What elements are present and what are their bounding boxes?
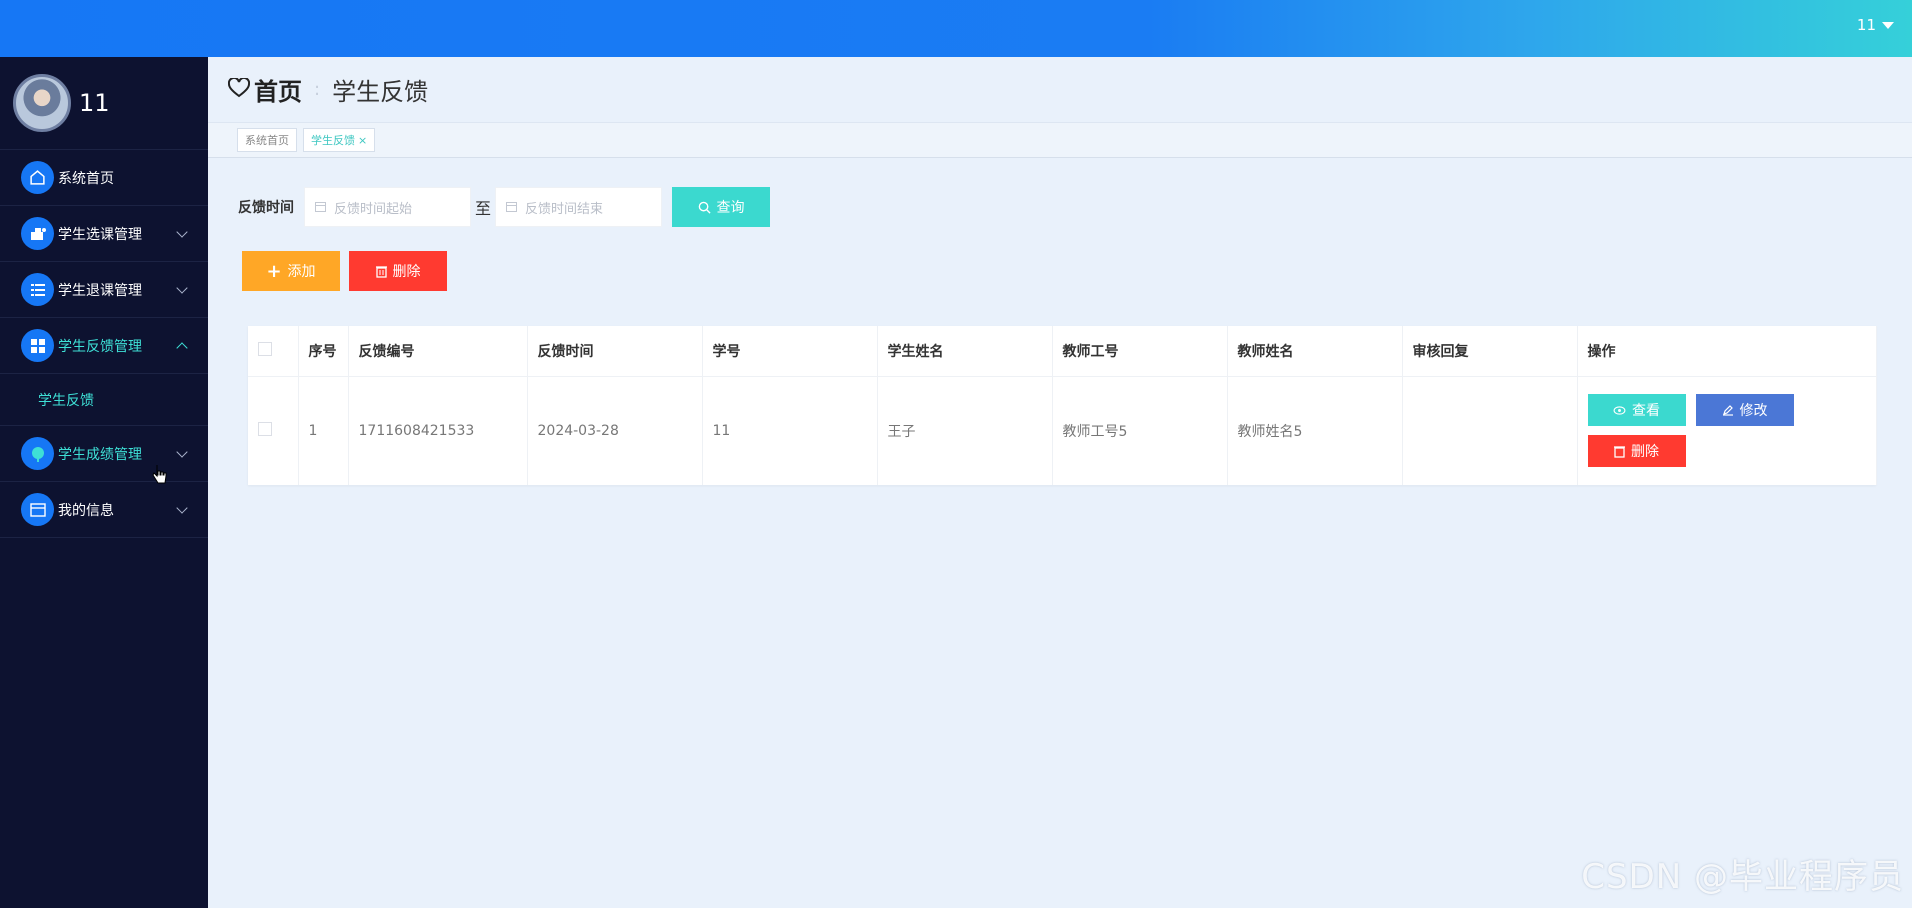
tab-home[interactable]: 系统首页 [237,128,297,152]
sidebar: 11 系统首页 学生选课管理 学生退课管理 学生反馈管理 学生反馈 学生成绩管理 [0,57,208,908]
eye-icon [1613,406,1626,415]
plus-icon: + [266,260,282,282]
avatar [13,74,71,132]
delete-button[interactable]: 删除 [349,251,447,291]
row-checkbox[interactable] [258,421,272,436]
feedback-table: 序号 反馈编号 反馈时间 学号 学生姓名 教师工号 教师姓名 审核回复 操作 1… [248,326,1877,485]
edit-button-label: 修改 [1739,403,1768,420]
chevron-down-icon [176,446,188,458]
chevron-down-icon [176,226,188,238]
table-header: 反馈编号 [348,326,528,377]
query-button-label: 查询 [716,200,745,216]
course-icon [21,217,54,250]
watermark: CSDN @毕业程序员 [1581,857,1904,897]
cell-student-no: 11 [702,376,878,485]
select-all-checkbox[interactable] [258,341,272,356]
cell-teacher-name: 教师姓名5 [1227,376,1403,485]
heart-icon [227,76,251,102]
cell-index: 1 [298,376,349,485]
tab-label: 学生反馈 [311,134,355,147]
view-button[interactable]: 查看 [1587,394,1686,427]
sidebar-subitem-feedback[interactable]: 学生反馈 [0,374,208,426]
trash-icon [375,265,387,278]
sidebar-item-course-drop[interactable]: 学生退课管理 [0,262,208,318]
view-button-label: 查看 [1632,403,1660,420]
sidebar-item-label: 学生成绩管理 [58,446,142,463]
search-label: 反馈时间 [238,200,294,216]
add-button[interactable]: + 添加 [242,251,340,291]
profile: 11 [0,57,208,150]
chevron-down-icon [176,502,188,514]
user-name: 11 [1856,16,1876,34]
range-separator: 至 [475,199,492,218]
cell-actions: 查看 修改 删除 [1577,376,1877,485]
breadcrumb-separator: : [314,79,321,100]
table-header: 教师工号 [1052,326,1228,377]
cell-student-name: 王子 [877,376,1053,485]
sidebar-item-label: 系统首页 [58,170,114,187]
delete-button-label: 删除 [392,264,421,280]
table-header: 序号 [298,326,349,377]
sidebar-item-home[interactable]: 系统首页 [0,150,208,206]
table-header: 操作 [1577,326,1877,377]
query-button[interactable]: 查询 [672,187,771,227]
table-header-row: 序号 反馈编号 反馈时间 学号 学生姓名 教师工号 教师姓名 审核回复 操作 [248,326,1877,377]
edit-button[interactable]: 修改 [1695,394,1794,427]
sidebar-item-label: 学生退课管理 [58,282,142,299]
add-button-label: 添加 [287,264,316,280]
edit-icon [1722,405,1733,416]
end-date-placeholder: 反馈时间结束 [525,201,604,217]
table-header: 审核回复 [1402,326,1578,377]
profile-name: 11 [79,89,110,117]
cell-feedback-no: 1711608421533 [348,376,528,485]
home-icon [21,161,54,194]
sidebar-item-scores[interactable]: 学生成绩管理 [0,426,208,482]
row-select[interactable] [248,376,299,485]
tags-bar: 系统首页 学生反馈 × [208,123,1912,158]
calendar-icon [315,202,326,212]
caret-down-icon [1882,21,1894,29]
row-delete-button-label: 删除 [1631,444,1659,461]
calendar-icon [506,202,518,212]
sidebar-item-label: 我的信息 [58,502,114,519]
chevron-up-icon [176,342,188,354]
user-menu[interactable]: 11 [1857,16,1894,34]
page-header: 首页 : 学生反馈 [208,57,1912,123]
table-header: 反馈时间 [527,326,703,377]
start-date-placeholder: 反馈时间起始 [334,201,413,217]
cell-teacher-no: 教师工号5 [1052,376,1228,485]
end-date-input[interactable]: 反馈时间结束 [495,187,663,227]
cell-time: 2024-03-28 [527,376,703,485]
table-header: 学号 [702,326,878,377]
sidebar-item-my-info[interactable]: 我的信息 [0,482,208,538]
start-date-input[interactable]: 反馈时间起始 [304,187,471,227]
breadcrumb-home[interactable]: 首页 [254,72,302,107]
tab-label: 系统首页 [245,134,289,147]
tab-feedback[interactable]: 学生反馈 × [303,128,376,152]
row-delete-button[interactable]: 删除 [1587,435,1686,468]
header-select[interactable] [248,326,299,377]
sidebar-item-label: 学生选课管理 [58,226,142,243]
search-icon [698,201,711,214]
sidebar-item-feedback[interactable]: 学生反馈管理 [0,318,208,374]
pointer-cursor-icon [152,464,168,490]
breadcrumb-current: 学生反馈 [332,78,429,106]
table-header: 教师姓名 [1227,326,1403,377]
chevron-down-icon [176,282,188,294]
trash-icon [1614,446,1625,458]
cell-reply [1402,376,1578,485]
table-row: 1 1711608421533 2024-03-28 11 王子 教师工号5 教… [248,376,1877,485]
score-icon [21,437,54,470]
sidebar-item-course-select[interactable]: 学生选课管理 [0,206,208,262]
top-bar: 11 [0,0,1912,57]
list-icon [21,273,54,306]
grid-icon [21,329,54,362]
close-icon[interactable]: × [358,134,367,147]
card-icon [21,493,54,526]
table-header: 学生姓名 [877,326,1053,377]
search-form: 反馈时间 反馈时间起始 至 反馈时间结束 查询 [238,187,771,227]
sidebar-item-label: 学生反馈管理 [58,338,142,355]
action-bar: + 添加 删除 [242,251,447,291]
